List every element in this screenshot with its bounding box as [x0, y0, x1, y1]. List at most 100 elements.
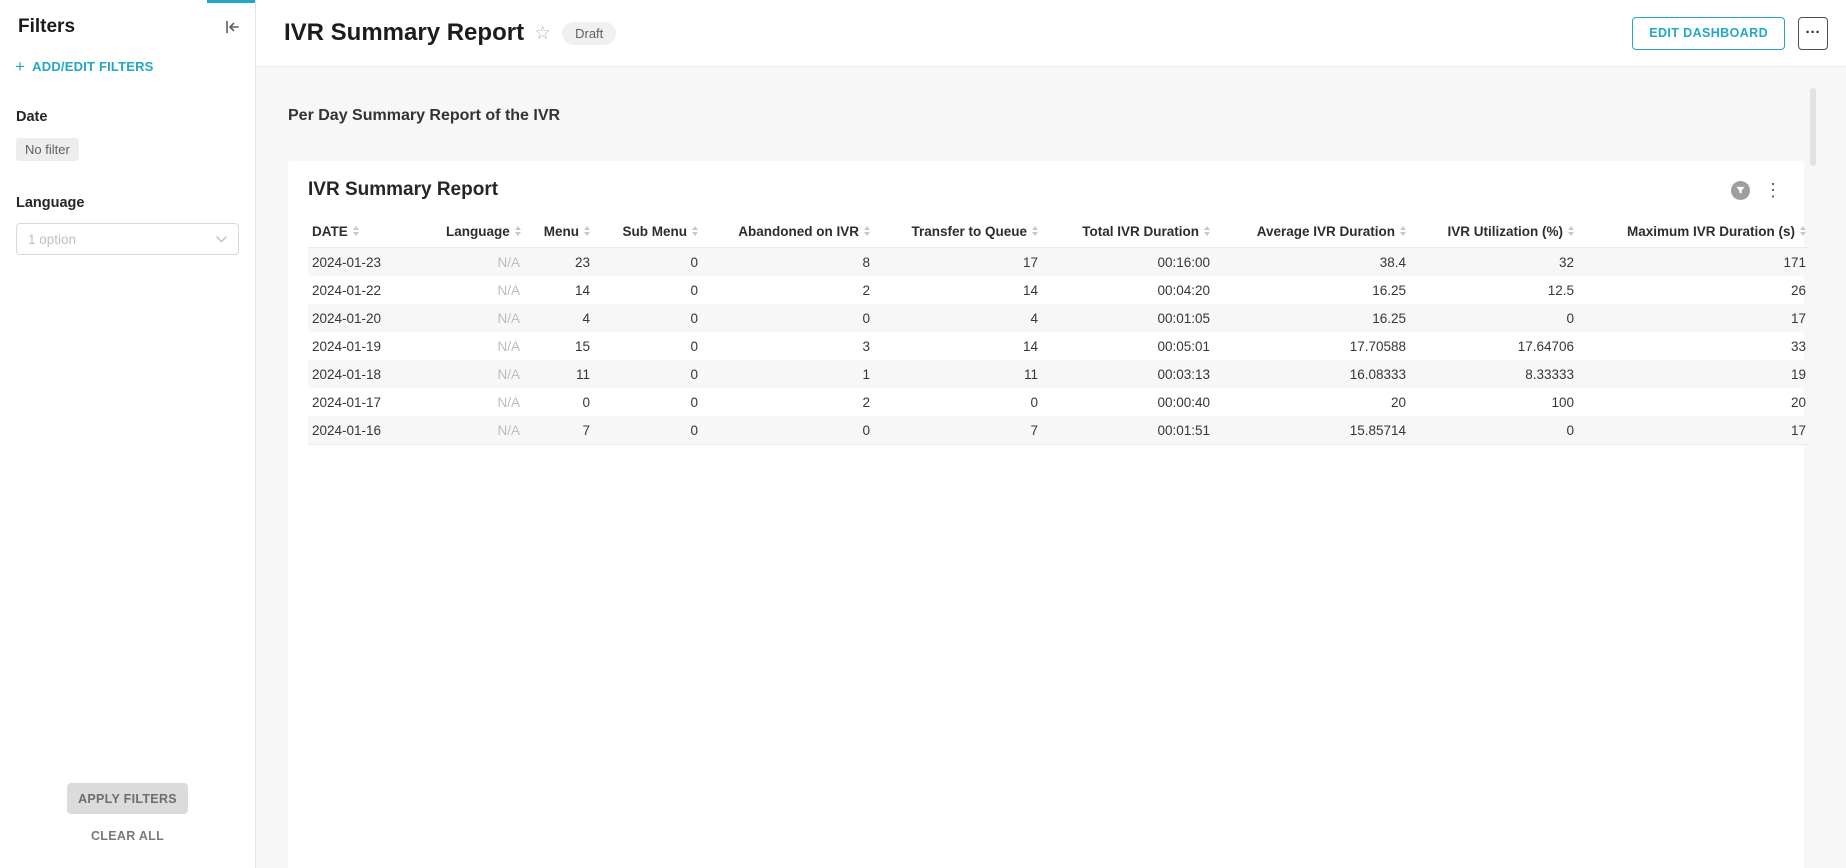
table-row: 2024-01-17N/A002000:00:402010020 — [308, 388, 1808, 416]
table-cell: 100 — [1408, 388, 1576, 416]
clear-all-button[interactable]: CLEAR ALL — [85, 828, 170, 844]
table-cell: 14 — [872, 276, 1040, 304]
sidebar-header: Filters — [0, 0, 255, 38]
table-row: 2024-01-16N/A700700:01:5115.85714017 — [308, 416, 1808, 445]
table-cell: 23 — [522, 248, 592, 277]
table-cell: 171 — [1576, 248, 1808, 277]
table-body: 2024-01-23N/A23081700:16:0038.4321712024… — [308, 248, 1808, 445]
language-filter-label: Language — [16, 195, 239, 211]
table-cell: 00:01:51 — [1040, 416, 1212, 445]
sort-icon — [1568, 226, 1574, 236]
table-row: 2024-01-22N/A14021400:04:2016.2512.526 — [308, 276, 1808, 304]
column-header-average-ivr-duration[interactable]: Average IVR Duration — [1212, 216, 1408, 248]
dashboard-title: IVR Summary Report — [284, 19, 524, 47]
table-cell: 20 — [1576, 388, 1808, 416]
sort-icon — [692, 226, 698, 236]
table-cell: 0 — [592, 416, 700, 445]
column-label: Maximum IVR Duration (s) — [1627, 224, 1795, 239]
kebab-menu-icon[interactable]: ⋮ — [1762, 181, 1784, 199]
collapse-panel-icon — [223, 24, 241, 39]
column-header-menu[interactable]: Menu — [522, 216, 592, 248]
column-label: Abandoned on IVR — [738, 224, 859, 239]
table-cell: 0 — [700, 304, 872, 332]
table-cell: N/A — [446, 276, 522, 304]
table-row: 2024-01-20N/A400400:01:0516.25017 — [308, 304, 1808, 332]
table-cell: 11 — [872, 360, 1040, 388]
table-row: 2024-01-19N/A15031400:05:0117.7058817.64… — [308, 332, 1808, 360]
sidebar-top-accent — [207, 0, 255, 3]
table-cell: 0 — [1408, 416, 1576, 445]
add-edit-filters-button[interactable]: + ADD/EDIT FILTERS — [15, 58, 154, 75]
sort-icon — [515, 226, 521, 236]
table-cell: 4 — [872, 304, 1040, 332]
column-header-transfer-to-queue[interactable]: Transfer to Queue — [872, 216, 1040, 248]
column-label: Menu — [544, 224, 579, 239]
table-cell: 0 — [700, 416, 872, 445]
table-cell: N/A — [446, 304, 522, 332]
table-cell: 19 — [1576, 360, 1808, 388]
column-label: Language — [446, 224, 510, 239]
table-cell: N/A — [446, 416, 522, 445]
column-header-maximum-ivr-duration-s[interactable]: Maximum IVR Duration (s) — [1576, 216, 1808, 248]
apply-filters-button[interactable]: APPLY FILTERS — [67, 783, 188, 814]
date-filter-value-chip[interactable]: No filter — [16, 138, 79, 161]
sort-icon — [864, 226, 870, 236]
column-header-abandoned-on-ivr[interactable]: Abandoned on IVR — [700, 216, 872, 248]
favorite-star-icon[interactable]: ☆ — [534, 22, 551, 45]
table-cell: 0 — [592, 332, 700, 360]
sort-icon — [353, 226, 359, 236]
column-header-language[interactable]: Language — [446, 216, 522, 248]
table-cell: 17.64706 — [1408, 332, 1576, 360]
column-header-total-ivr-duration[interactable]: Total IVR Duration — [1040, 216, 1212, 248]
table-header-row: DATELanguage Menu Sub Menu Abandoned on IVR… — [308, 216, 1808, 248]
dashboard-content: Per Day Summary Report of the IVR IVR Su… — [256, 67, 1846, 868]
sort-icon — [1032, 226, 1038, 236]
table-cell: 14 — [872, 332, 1040, 360]
table-cell: 15 — [522, 332, 592, 360]
column-header-date[interactable]: DATE — [308, 216, 446, 248]
edit-dashboard-button[interactable]: EDIT DASHBOARD — [1632, 17, 1785, 50]
language-select-value: 1 option — [28, 232, 76, 247]
language-select[interactable]: 1 option — [16, 223, 239, 255]
scrollbar-thumb[interactable] — [1810, 88, 1816, 166]
collapse-filters-button[interactable] — [221, 16, 243, 38]
column-label: Average IVR Duration — [1257, 224, 1395, 239]
table-cell: 00:04:20 — [1040, 276, 1212, 304]
ellipsis-icon: ··· — [1806, 24, 1821, 41]
table-cell: 0 — [522, 388, 592, 416]
table-cell: 2024-01-16 — [308, 416, 446, 445]
table-cell: 0 — [592, 248, 700, 277]
column-header-ivr-utilization[interactable]: IVR Utilization (%) — [1408, 216, 1576, 248]
date-filter-label: Date — [16, 109, 239, 125]
table-cell: 2024-01-18 — [308, 360, 446, 388]
table-cell: 15.85714 — [1212, 416, 1408, 445]
table-cell: 2024-01-20 — [308, 304, 446, 332]
table-cell: N/A — [446, 388, 522, 416]
table-cell: 3 — [700, 332, 872, 360]
column-label: IVR Utilization (%) — [1448, 224, 1564, 239]
sort-icon — [1800, 226, 1806, 236]
filters-title: Filters — [18, 16, 75, 38]
date-filter-section: Date No filter — [0, 109, 255, 161]
table-cell: 7 — [872, 416, 1040, 445]
table-cell: N/A — [446, 248, 522, 277]
chart-card: IVR Summary Report ⋮ DATELanguage Menu Sub… — [288, 161, 1804, 868]
table-cell: 2024-01-17 — [308, 388, 446, 416]
table-cell: 4 — [522, 304, 592, 332]
sort-icon — [584, 226, 590, 236]
table-cell: 17 — [872, 248, 1040, 277]
table-cell: 00:05:01 — [1040, 332, 1212, 360]
chart-card-header: IVR Summary Report ⋮ — [308, 179, 1784, 201]
table-cell: 38.4 — [1212, 248, 1408, 277]
table-cell: 1 — [700, 360, 872, 388]
table-row: 2024-01-23N/A23081700:16:0038.432171 — [308, 248, 1808, 277]
filter-sidebar: Filters + ADD/EDIT FILTERS Date No filte… — [0, 0, 256, 868]
header-more-button[interactable]: ··· — [1798, 17, 1828, 50]
column-label: Total IVR Duration — [1082, 224, 1199, 239]
cross-filter-icon[interactable] — [1731, 181, 1750, 200]
column-header-sub-menu[interactable]: Sub Menu — [592, 216, 700, 248]
table-cell: 2 — [700, 388, 872, 416]
table-cell: 2 — [700, 276, 872, 304]
table-cell: 17 — [1576, 304, 1808, 332]
table-header: DATELanguage Menu Sub Menu Abandoned on IVR… — [308, 216, 1808, 248]
